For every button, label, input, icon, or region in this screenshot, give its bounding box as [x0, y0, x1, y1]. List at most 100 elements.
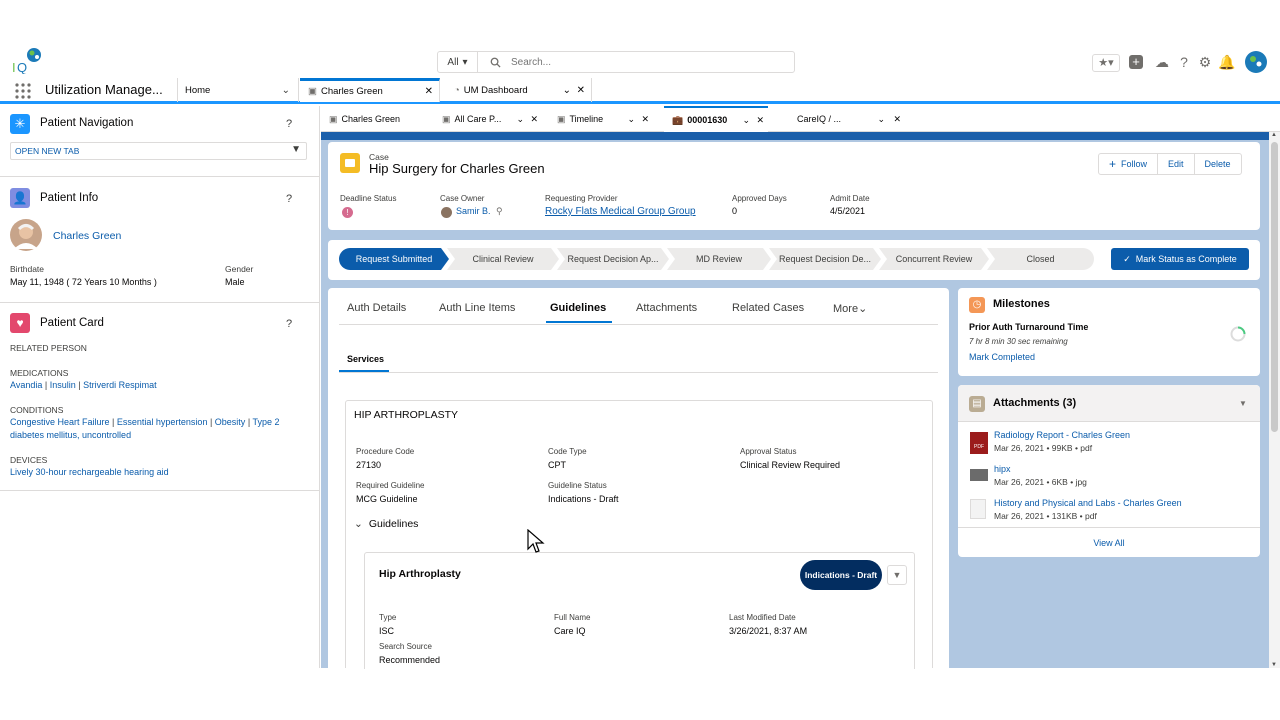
procedure-card: HIP ARTHROPLASTY Procedure Code 27130 Co…: [345, 400, 933, 669]
guideline-menu-button[interactable]: ▼: [887, 565, 907, 585]
follow-button[interactable]: + Follow: [1099, 154, 1159, 174]
divider: [0, 490, 320, 491]
medication-link[interactable]: Striverdi Respimat: [83, 380, 157, 390]
path-step-concurrent-review[interactable]: Concurrent Review: [879, 248, 989, 270]
owner-link[interactable]: Samir B.: [456, 206, 491, 216]
bell-icon[interactable]: 🔔: [1218, 54, 1235, 70]
mark-status-complete-button[interactable]: ✓ Mark Status as Complete: [1111, 248, 1249, 270]
milestones-panel: ◷ Milestones Prior Auth Turnaround Time …: [958, 288, 1260, 376]
chevron-down-icon[interactable]: ⌄: [516, 114, 524, 125]
attachments-menu-button[interactable]: ▼: [1235, 396, 1251, 412]
attachments-title: Attachments (3): [993, 397, 1077, 409]
open-new-tab-select[interactable]: OPEN NEW TAB ▼: [10, 142, 307, 160]
scrollbar-thumb[interactable]: [1271, 142, 1278, 432]
record-icon: ▣: [329, 113, 338, 124]
attachment-link[interactable]: hipx: [994, 464, 1011, 474]
tab-attachments[interactable]: Attachments: [636, 302, 697, 314]
mark-completed-link[interactable]: Mark Completed: [969, 352, 1035, 362]
device-link[interactable]: Lively 30-hour rechargeable hearing aid: [10, 467, 169, 477]
path-step-request-decision-approved[interactable]: Request Decision Ap...: [557, 248, 669, 270]
attachments-header: ▤ Attachments (3) ▼: [958, 385, 1260, 422]
gear-icon[interactable]: ⚙: [1197, 54, 1213, 70]
subtab-all-care-plans[interactable]: ▣ All Care P... ⌄ ✕: [442, 106, 542, 132]
delete-button[interactable]: Delete: [1195, 154, 1241, 174]
path-step-request-submitted[interactable]: Request Submitted: [339, 248, 449, 270]
subtab-timeline[interactable]: ▣ Timeline ⌄ ✕: [557, 106, 653, 132]
record-icon: ▣: [557, 113, 566, 124]
change-owner-icon[interactable]: ⚲: [496, 206, 503, 217]
nav-tab-charles-green[interactable]: ▣ Charles Green ✕: [300, 78, 440, 102]
tabs-divider: [339, 324, 938, 325]
subtab-case-00001630[interactable]: 💼 00001630 ⌄ ✕: [664, 106, 768, 132]
chevron-down-icon[interactable]: ⌄: [627, 114, 635, 125]
tab-related-cases[interactable]: Related Cases: [732, 302, 804, 314]
close-icon[interactable]: ✕: [893, 114, 901, 125]
image-file-icon: [970, 469, 988, 481]
close-icon[interactable]: ✕: [641, 114, 649, 125]
close-icon[interactable]: ✕: [425, 86, 433, 97]
milestone-remaining: 7 hr 8 min 30 sec remaining: [969, 337, 1068, 346]
nav-tab-um-dashboard[interactable]: ◔ UM Dashboard ⌄ ✕: [446, 78, 592, 102]
tab-guidelines[interactable]: Guidelines: [550, 302, 606, 314]
gender-value: Male: [225, 277, 245, 287]
workspace-subtabs: ▣ Charles Green ▣ All Care P... ⌄ ✕ ▣ Timel…: [321, 106, 1280, 132]
document-file-icon: [970, 499, 986, 519]
medication-link[interactable]: Avandia: [10, 380, 42, 390]
tab-services[interactable]: Services: [347, 354, 384, 364]
procedure-code-value: 27130: [356, 460, 382, 470]
chevron-down-icon[interactable]: ⌄: [563, 85, 571, 96]
nav-tab-home[interactable]: Home ⌄: [177, 78, 299, 102]
add-icon: +: [1109, 157, 1117, 171]
chevron-down-icon[interactable]: ⌄: [282, 85, 290, 96]
guidelines-section-toggle[interactable]: ⌄ Guidelines: [354, 518, 418, 530]
help-icon[interactable]: ?: [286, 193, 292, 205]
user-avatar-icon[interactable]: [1244, 50, 1268, 74]
attachment-link[interactable]: History and Physical and Labs - Charles …: [994, 498, 1182, 508]
subtab-charles-green[interactable]: ▣ Charles Green: [329, 106, 439, 132]
condition-link[interactable]: Congestive Heart Failure: [10, 417, 110, 427]
path-step-clinical-review[interactable]: Clinical Review: [447, 248, 559, 270]
page-scrollbar[interactable]: ▲ ▼: [1269, 132, 1280, 668]
tab-more[interactable]: More⌄: [833, 302, 867, 315]
record-page: Case Hip Surgery for Charles Green + Foll…: [321, 132, 1269, 669]
guideline-status-badge[interactable]: Indications - Draft: [800, 560, 882, 590]
close-icon[interactable]: ✕: [530, 114, 538, 125]
condition-link[interactable]: Essential hypertension: [117, 417, 208, 427]
scroll-up-arrow-icon[interactable]: ▲: [1271, 132, 1277, 138]
patient-name-link[interactable]: Charles Green: [53, 230, 121, 242]
edit-button[interactable]: Edit: [1158, 154, 1195, 174]
provider-link[interactable]: Rocky Flats Medical Group Group: [545, 206, 696, 217]
condition-link[interactable]: Obesity: [215, 417, 246, 427]
subtab-careiq[interactable]: CareIQ / ... ⌄ ✕: [797, 106, 901, 132]
help-icon[interactable]: ?: [286, 318, 292, 330]
view-all-link[interactable]: View All: [958, 538, 1260, 548]
procedure-title: HIP ARTHROPLASTY: [354, 409, 459, 421]
search-scope-select[interactable]: All ▾: [438, 52, 478, 72]
search-input[interactable]: [511, 56, 771, 68]
chevron-down-icon[interactable]: ⌄: [877, 114, 885, 125]
close-icon[interactable]: ✕: [756, 115, 764, 126]
help-icon[interactable]: ?: [286, 118, 292, 130]
app-launcher-icon[interactable]: [15, 83, 31, 99]
path-step-closed[interactable]: Closed: [987, 248, 1094, 270]
path-step-request-decision-denied[interactable]: Request Decision De...: [769, 248, 881, 270]
close-icon[interactable]: ✕: [577, 85, 585, 96]
condition-link[interactable]: Type 2: [253, 417, 280, 427]
help-icon[interactable]: ?: [1176, 54, 1192, 70]
favorites-star-icon[interactable]: ★▾: [1092, 54, 1120, 72]
add-icon[interactable]: +: [1129, 55, 1143, 69]
guideline-type-value: ISC: [379, 626, 395, 636]
divider: [958, 527, 1260, 528]
svg-text:Q: Q: [17, 60, 27, 74]
tab-auth-line-items[interactable]: Auth Line Items: [439, 302, 515, 314]
medication-link[interactable]: Insulin: [50, 380, 76, 390]
caret-down-icon: ▼: [291, 144, 301, 155]
trailhead-icon[interactable]: ☁: [1154, 54, 1170, 70]
global-search[interactable]: All ▾: [437, 51, 795, 73]
condition-link[interactable]: diabetes mellitus, uncontrolled: [10, 430, 131, 440]
path-step-md-review[interactable]: MD Review: [667, 248, 771, 270]
tab-auth-details[interactable]: Auth Details: [347, 302, 406, 314]
attachment-link[interactable]: Radiology Report - Charles Green: [994, 430, 1130, 440]
scroll-down-arrow-icon[interactable]: ▼: [1271, 662, 1277, 668]
chevron-down-icon[interactable]: ⌄: [742, 115, 750, 126]
